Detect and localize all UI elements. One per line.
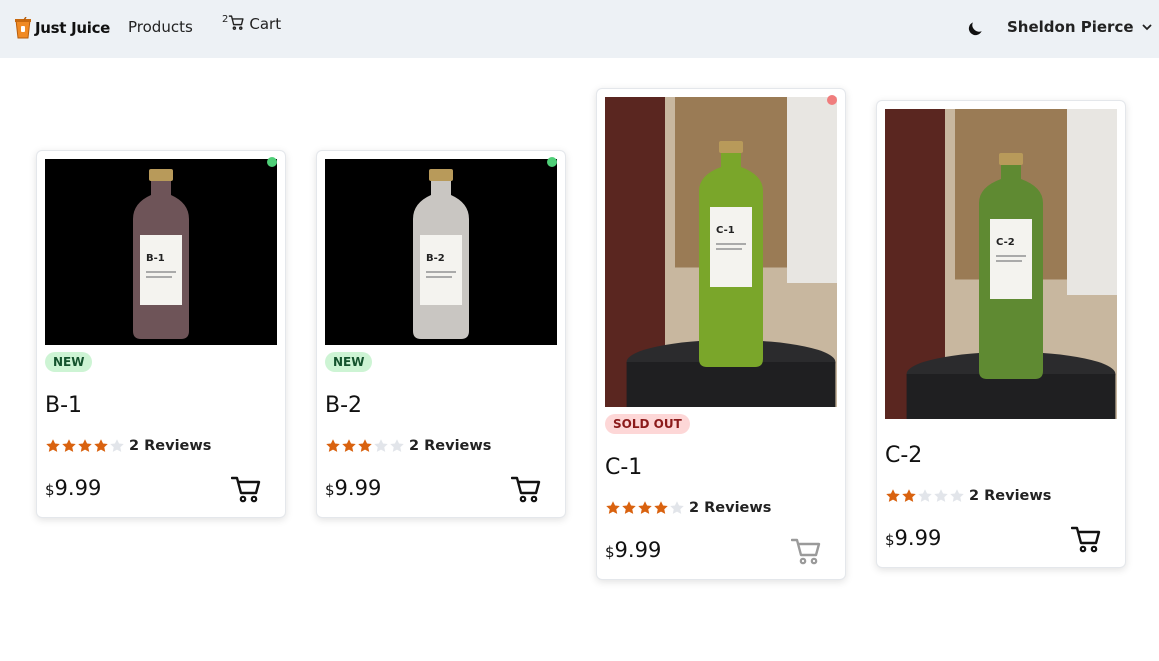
availability-dot [547,157,557,167]
star-filled-icon [654,501,668,514]
star-rating: 2 Reviews [45,438,211,454]
reviews-count[interactable]: 2 Reviews [969,488,1051,504]
top-navbar: Just Juice Products 2 Cart Sheldon Pierc… [0,0,1159,58]
reviews-count[interactable]: 2 Reviews [409,438,491,454]
star-filled-icon [78,439,92,452]
star-empty-icon [390,439,404,452]
star-rating: 2 Reviews [325,438,491,454]
product-price: $9.99 [885,526,942,550]
cart-label: Cart [249,15,282,33]
product-name[interactable]: C-1 [605,455,642,480]
add-to-cart-button[interactable] [231,475,261,503]
svg-text:B-1: B-1 [146,253,165,264]
product-card[interactable]: B-2 NEW B-2 2 Reviews $9.99 [316,150,566,518]
star-empty-icon [918,489,932,502]
cart-count-badge: 2 [222,14,229,25]
status-badge: SOLD OUT [605,414,690,434]
juice-cup-icon [15,17,31,39]
cart-icon [229,15,244,30]
product-name[interactable]: C-2 [885,443,922,468]
star-rating: 2 Reviews [605,500,771,516]
availability-dot [267,157,277,167]
moon-icon[interactable] [965,19,985,39]
product-card[interactable]: B-1 NEW B-1 2 Reviews $9.99 [36,150,286,518]
product-photo[interactable]: C-1 [605,97,837,407]
reviews-count[interactable]: 2 Reviews [129,438,211,454]
add-to-cart-button[interactable] [1071,525,1101,553]
star-filled-icon [62,439,76,452]
star-empty-icon [950,489,964,502]
star-empty-icon [934,489,948,502]
product-photo[interactable]: B-1 [45,159,277,345]
product-card[interactable]: C-1 SOLD OUT C-1 2 Reviews $9.99 [596,88,846,580]
brand-name: Just Juice [35,19,111,37]
product-price: $9.99 [45,476,102,500]
availability-dot [827,95,837,105]
star-empty-icon [110,439,124,452]
star-filled-icon [342,439,356,452]
star-filled-icon [46,439,60,452]
user-name: Sheldon Pierce [1007,18,1134,36]
product-price: $9.99 [325,476,382,500]
product-photo[interactable]: C-2 [885,109,1117,419]
star-filled-icon [886,489,900,502]
star-filled-icon [358,439,372,452]
add-to-cart-button[interactable] [511,475,541,503]
star-filled-icon [606,501,620,514]
product-name[interactable]: B-2 [325,393,362,418]
nav-products-link[interactable]: Products [128,18,193,36]
star-rating: 2 Reviews [885,488,1051,504]
product-photo[interactable]: B-2 [325,159,557,345]
star-empty-icon [670,501,684,514]
star-filled-icon [326,439,340,452]
brand-logo[interactable]: Just Juice [14,16,110,40]
svg-text:B-2: B-2 [426,253,445,264]
user-menu[interactable]: Sheldon Pierce [1007,18,1153,36]
status-badge: NEW [45,352,93,372]
reviews-count[interactable]: 2 Reviews [689,500,771,516]
status-badge: NEW [325,352,373,372]
nav-cart-link[interactable]: 2 Cart [222,14,281,33]
add-to-cart-button[interactable] [791,537,821,565]
product-name[interactable]: B-1 [45,393,82,418]
chevron-down-icon [1142,24,1151,31]
star-empty-icon [374,439,388,452]
product-card[interactable]: C-2 C-2 2 Reviews $9.99 [876,100,1126,568]
star-filled-icon [902,489,916,502]
product-price: $9.99 [605,538,662,562]
svg-text:C-1: C-1 [716,225,735,236]
star-filled-icon [622,501,636,514]
svg-text:C-2: C-2 [996,237,1015,248]
star-filled-icon [94,439,108,452]
star-filled-icon [638,501,652,514]
